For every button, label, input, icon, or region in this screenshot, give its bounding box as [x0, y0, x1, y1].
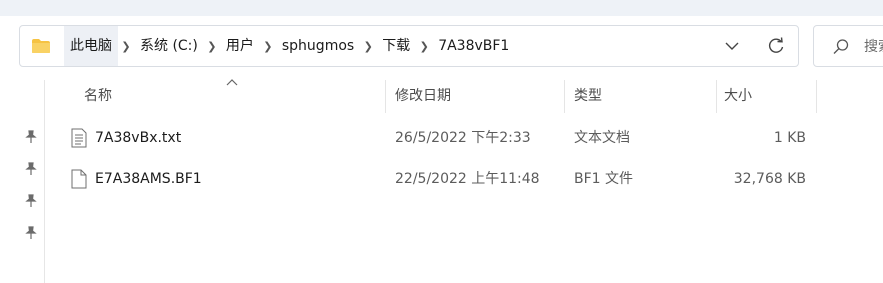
chevron-right-icon[interactable]: ❯ [360, 40, 376, 53]
breadcrumb-drive-c[interactable]: 系统 (C:) [134, 26, 204, 66]
file-name[interactable]: E7A38AMS.BF1 [95, 159, 202, 199]
column-divider[interactable] [564, 80, 565, 113]
breadcrumb-users[interactable]: 用户 [220, 26, 260, 66]
column-divider[interactable] [716, 80, 717, 113]
pin-icon[interactable] [24, 162, 38, 176]
file-row[interactable]: 7A38vBx.txt 26/5/2022 下午2:33 文本文档 1 KB [58, 118, 818, 158]
pin-icon[interactable] [24, 226, 38, 240]
column-header-type[interactable]: 类型 [574, 80, 602, 113]
file-modified: 22/5/2022 上午11:48 [395, 171, 540, 187]
file-size: 32,768 KB [733, 171, 806, 187]
nav-divider [44, 80, 45, 283]
column-divider[interactable] [385, 80, 386, 113]
sort-ascending-icon [226, 79, 238, 86]
file-type: BF1 文件 [574, 171, 634, 187]
file-type: 文本文档 [574, 130, 630, 146]
search-box[interactable]: 搜索 [813, 25, 883, 67]
column-divider[interactable] [816, 80, 817, 113]
folder-icon [32, 39, 50, 53]
column-header-name[interactable]: 名称 [84, 80, 112, 113]
file-size: 1 KB [773, 130, 806, 146]
chevron-down-icon[interactable] [723, 37, 741, 55]
breadcrumb: 此电脑 ❯ 系统 (C:) ❯ 用户 ❯ sphugmos ❯ 下载 ❯ 7A3… [64, 26, 515, 66]
breadcrumb-this-pc[interactable]: 此电脑 [64, 26, 118, 66]
text-file-icon [71, 128, 87, 148]
column-header-modified[interactable]: 修改日期 [395, 80, 451, 113]
breadcrumb-downloads[interactable]: 下载 [376, 26, 416, 66]
chevron-right-icon[interactable]: ❯ [416, 40, 432, 53]
search-placeholder: 搜索 [864, 39, 883, 55]
title-strip [0, 0, 883, 16]
breadcrumb-user[interactable]: sphugmos [276, 26, 360, 66]
blank-file-icon [71, 169, 87, 189]
search-icon [833, 39, 849, 54]
file-row[interactable]: E7A38AMS.BF1 22/5/2022 上午11:48 BF1 文件 32… [58, 159, 818, 199]
breadcrumb-current-folder[interactable]: 7A38vBF1 [432, 26, 515, 66]
pin-icon[interactable] [24, 194, 38, 208]
file-modified: 26/5/2022 下午2:33 [395, 130, 531, 146]
address-bar[interactable]: 此电脑 ❯ 系统 (C:) ❯ 用户 ❯ sphugmos ❯ 下载 ❯ 7A3… [19, 25, 799, 67]
chevron-right-icon[interactable]: ❯ [204, 40, 220, 53]
chevron-right-icon[interactable]: ❯ [118, 40, 134, 53]
column-header-size[interactable]: 大小 [724, 80, 752, 113]
pin-icon[interactable] [24, 130, 38, 144]
chevron-right-icon[interactable]: ❯ [260, 40, 276, 53]
refresh-icon[interactable] [766, 36, 786, 56]
file-name[interactable]: 7A38vBx.txt [95, 118, 181, 158]
